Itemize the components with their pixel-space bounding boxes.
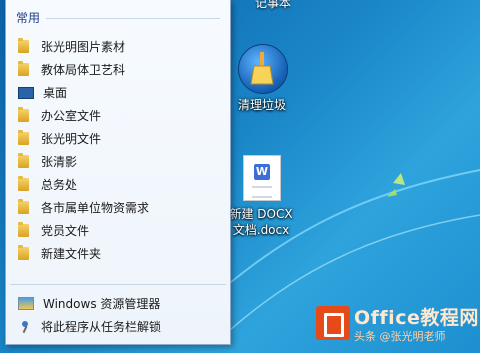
desktop-icon-label-notepad[interactable]: 记事本 xyxy=(255,0,291,11)
footer-divider xyxy=(10,284,226,285)
open-explorer-button[interactable]: Windows 资源管理器 xyxy=(6,292,230,315)
pin-icon xyxy=(18,320,32,334)
folder-icon xyxy=(18,245,29,260)
desktop-icon-label-docx-1[interactable]: 新建 DOCX xyxy=(222,205,300,222)
desktop-icon-label-docx-2[interactable]: 文档.docx xyxy=(222,221,300,238)
list-item-label: 办公室文件 xyxy=(41,109,102,123)
folder-icon xyxy=(18,107,29,122)
folder-icon xyxy=(18,61,29,76)
folder-icon xyxy=(18,222,29,237)
list-item-label: 教体局体卫艺科 xyxy=(41,63,126,77)
taskbar-jump-list: 常用 张光明图片素材 教体局体卫艺科 桌面 办公室文件 张光明文件 张清影 总务… xyxy=(5,0,231,345)
doc-lines xyxy=(252,186,272,198)
list-item-label: 党员文件 xyxy=(41,224,90,238)
section-divider xyxy=(46,18,220,19)
folder-icon xyxy=(18,199,29,214)
list-item-label: 张光明文件 xyxy=(41,132,102,146)
desktop-icon-label-recycle[interactable]: 清理垃圾 xyxy=(230,96,294,113)
folder-icon xyxy=(18,153,29,168)
folder-icon xyxy=(18,130,29,145)
docx-file-icon[interactable]: W xyxy=(243,155,281,201)
watermark-subtitle: 头条 @张光明老师 xyxy=(354,329,446,343)
jump-list-tasks: Windows 资源管理器 将此程序从任务栏解锁 xyxy=(6,292,230,338)
folder-icon xyxy=(18,176,29,191)
list-item[interactable]: 办公室文件 xyxy=(6,104,230,127)
list-item-label: 张清影 xyxy=(41,155,78,169)
list-item-label: 总务处 xyxy=(41,178,78,192)
list-item-label: 张光明图片素材 xyxy=(41,40,126,54)
list-item-label: 各市属单位物资需求 xyxy=(41,201,150,215)
list-item[interactable]: 党员文件 xyxy=(6,219,230,242)
section-header-frequent: 常用 xyxy=(16,11,41,25)
list-item[interactable]: 张清影 xyxy=(6,150,230,173)
list-item-label: 桌面 xyxy=(43,86,68,100)
list-item[interactable]: 张光明文件 xyxy=(6,127,230,150)
broom-icon xyxy=(250,52,274,85)
list-item-label: 新建文件夹 xyxy=(41,247,102,261)
unpin-label: 将此程序从任务栏解锁 xyxy=(41,320,162,334)
folder-icon xyxy=(18,38,29,53)
list-item[interactable]: 张光明图片素材 xyxy=(6,35,230,58)
office-logo-icon xyxy=(316,306,350,340)
watermark-title: Office教程网 xyxy=(354,306,479,329)
list-item[interactable]: 教体局体卫艺科 xyxy=(6,58,230,81)
explorer-label: Windows 资源管理器 xyxy=(43,297,161,311)
word-badge-icon: W xyxy=(254,164,270,180)
watermark: Office教程网 头条 @张光明老师 xyxy=(316,300,479,346)
desktop-icon xyxy=(18,86,34,99)
frequent-list: 张光明图片素材 教体局体卫艺科 桌面 办公室文件 张光明文件 张清影 总务处 各… xyxy=(6,35,230,265)
list-item[interactable]: 桌面 xyxy=(6,81,230,104)
explorer-icon xyxy=(18,297,34,310)
unpin-from-taskbar-button[interactable]: 将此程序从任务栏解锁 xyxy=(6,315,230,338)
list-item[interactable]: 各市属单位物资需求 xyxy=(6,196,230,219)
list-item[interactable]: 总务处 xyxy=(6,173,230,196)
list-item[interactable]: 新建文件夹 xyxy=(6,242,230,265)
